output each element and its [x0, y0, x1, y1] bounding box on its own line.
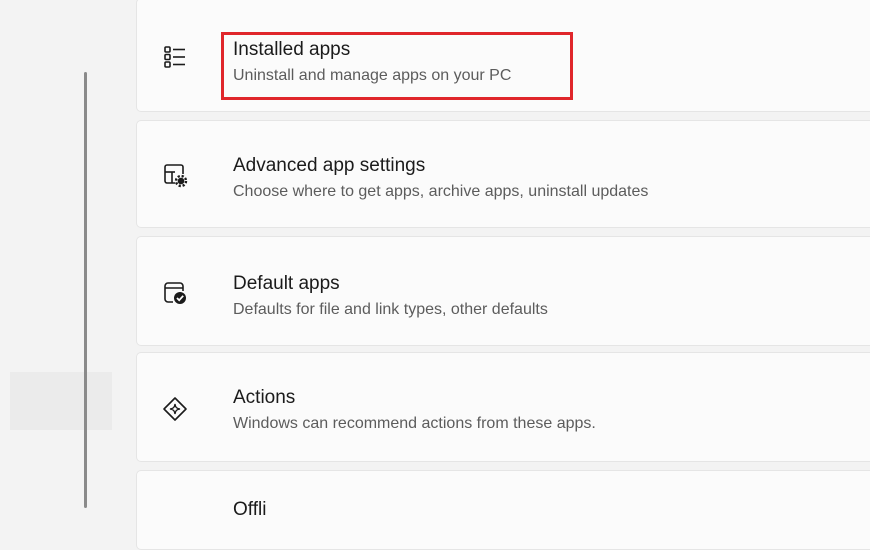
card-title: Default apps	[233, 273, 340, 294]
card-subtitle: Windows can recommend actions from these…	[233, 415, 596, 432]
actions-diamond-sparkle-icon	[161, 395, 189, 423]
card-subtitle: Uninstall and manage apps on your PC	[233, 67, 512, 84]
card-title: Installed apps	[233, 39, 351, 60]
offline-maps-card[interactable]: Offli	[136, 470, 870, 550]
card-title: Actions	[233, 387, 296, 408]
card-title: Advanced app settings	[233, 155, 426, 176]
actions-card[interactable]: Actions Windows can recommend actions fr…	[136, 352, 870, 462]
card-subtitle: Choose where to get apps, archive apps, …	[233, 183, 649, 200]
card-subtitle: Defaults for file and link types, other …	[233, 301, 548, 318]
offline-maps-icon	[161, 505, 189, 533]
nav-scrollbar[interactable]	[84, 72, 87, 508]
installed-apps-list-icon	[161, 43, 189, 71]
advanced-app-settings-card[interactable]: Advanced app settings Choose where to ge…	[136, 120, 870, 228]
navigation-pane	[0, 0, 112, 508]
app-settings-gear-icon	[161, 161, 189, 189]
default-apps-check-icon	[161, 279, 189, 307]
default-apps-card[interactable]: Default apps Defaults for file and link …	[136, 236, 870, 346]
nav-item-selected[interactable]	[10, 372, 112, 430]
installed-apps-card[interactable]: Installed apps Uninstall and manage apps…	[136, 0, 870, 112]
card-title: Offli	[233, 499, 267, 520]
